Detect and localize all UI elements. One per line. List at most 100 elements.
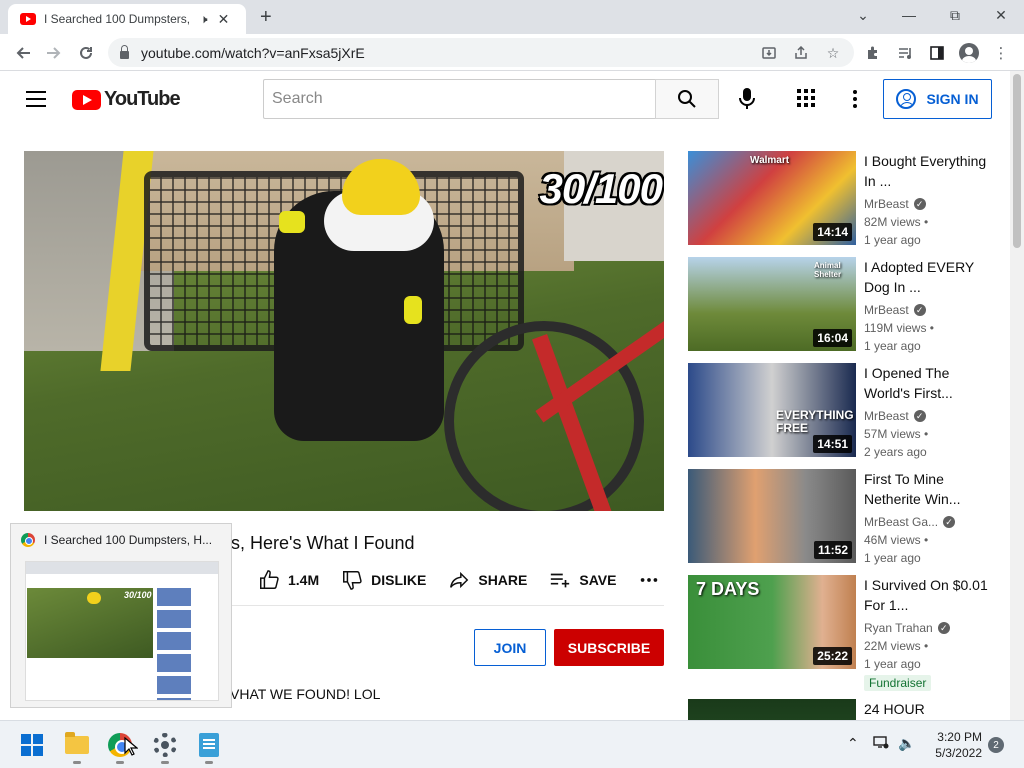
video-duration: 16:04 [813, 329, 852, 347]
volume-icon[interactable]: 🔈 [898, 735, 915, 752]
profile-avatar-icon[interactable] [956, 40, 982, 66]
back-arrow-icon[interactable] [10, 40, 36, 66]
media-control-icon[interactable] [892, 40, 918, 66]
preview-overlay-counter: 30/100 [124, 590, 152, 600]
save-button[interactable]: SAVE [549, 569, 616, 591]
channel-name[interactable]: Ryan Trahan [864, 619, 933, 637]
preview-title-text: I Searched 100 Dumpsters, H... [44, 533, 213, 547]
recommendation-item[interactable]: 7 DAYS 25:22 I Survived On $0.01 For 1..… [688, 575, 988, 691]
browser-tab-active[interactable]: I Searched 100 Dumpsters, H 🕨 ✕ [8, 4, 246, 34]
new-tab-button[interactable]: + [260, 6, 272, 29]
preview-thumbnail[interactable]: 30/100 [25, 561, 219, 701]
recommendation-item[interactable]: EVERYTHING FREE 14:51 I Opened The World… [688, 363, 988, 459]
channel-name[interactable]: MrBeast [864, 301, 909, 319]
dislike-button[interactable]: DISLIKE [341, 569, 426, 591]
minimize-window-button[interactable]: — [886, 0, 932, 30]
channel-name[interactable]: MrBeast Ga... [864, 513, 938, 531]
network-icon[interactable] [873, 735, 889, 752]
thumbs-up-icon [260, 570, 279, 589]
preview-sidebar [157, 588, 191, 700]
show-hidden-icons-chevron-icon[interactable]: ⌃ [847, 735, 859, 752]
video-description-text: VHAT WE FOUND! LOL [230, 686, 381, 702]
youtube-logo[interactable]: YouTube [72, 88, 181, 111]
browser-toolbar: youtube.com/watch?v=anFxsa5jXrE ☆ ⋮ [0, 34, 1024, 71]
more-actions-button[interactable] [638, 569, 660, 591]
preview-tabstrip [26, 562, 218, 574]
video-actions: 1.4M DISLIKE SHARE SAVE [258, 566, 682, 594]
tab-search-chevron-icon[interactable]: ⌄ [840, 0, 886, 30]
taskbar-window-preview[interactable]: I Searched 100 Dumpsters, H... 30/100 [10, 523, 232, 708]
video-thumbnail[interactable]: 11:52 [688, 469, 856, 563]
recommendation-title[interactable]: I Adopted EVERY Dog In ... [864, 257, 988, 297]
recommendation-item[interactable]: Animal Shelter 16:04 I Adopted EVERY Dog… [688, 257, 988, 353]
video-thumbnail[interactable]: Animal Shelter 16:04 [688, 257, 856, 351]
recommendation-title[interactable]: 24 HOUR [864, 699, 988, 719]
speaker-icon[interactable]: 🕨 [200, 12, 208, 27]
video-thumbnail[interactable] [688, 699, 856, 720]
video-player[interactable]: 30/100 [24, 151, 664, 511]
taskbar-file-explorer[interactable] [61, 729, 93, 764]
preview-title: I Searched 100 Dumpsters, H... [21, 533, 212, 547]
microphone-icon[interactable] [733, 85, 761, 113]
recommendation-title[interactable]: I Bought Everything In ... [864, 151, 988, 191]
side-panel-icon[interactable] [924, 40, 950, 66]
channel-name[interactable]: MrBeast [864, 195, 909, 213]
thumbnail-label: EVERYTHING FREE [776, 408, 854, 435]
recommendation-item[interactable]: Walmart 14:14 I Bought Everything In ...… [688, 151, 988, 247]
video-overlay-counter: 30/100 [539, 165, 663, 212]
view-count: 22M views [864, 639, 921, 653]
notification-count-badge[interactable]: 2 [988, 737, 1004, 753]
channel-name[interactable]: MrBeast [864, 407, 909, 425]
view-count: 119M views [864, 321, 927, 335]
sign-in-label: SIGN IN [926, 91, 979, 107]
verified-check-icon: ✓ [937, 622, 950, 634]
video-thumbnail[interactable]: 7 DAYS 25:22 [688, 575, 856, 669]
share-button[interactable]: SHARE [448, 569, 527, 591]
recommendation-item[interactable]: 24 HOUR [688, 699, 988, 720]
search-input[interactable]: Search [263, 79, 656, 119]
recommendation-title[interactable]: I Survived On $0.01 For 1... [864, 575, 988, 615]
playlist-add-icon [551, 573, 570, 588]
sign-in-button[interactable]: SIGN IN [883, 79, 992, 119]
page-scrollbar-thumb[interactable] [1013, 74, 1021, 248]
browser-menu-icon[interactable]: ⋮ [988, 40, 1014, 66]
settings-more-icon[interactable] [848, 88, 862, 110]
subscribe-button[interactable]: SUBSCRIBE [554, 629, 664, 666]
recommendation-title[interactable]: First To Mine Netherite Win... [864, 469, 988, 509]
join-button[interactable]: JOIN [474, 629, 546, 666]
lock-icon[interactable] [120, 44, 129, 59]
dislike-label: DISLIKE [371, 572, 427, 588]
verified-check-icon: ✓ [913, 304, 926, 316]
upload-age: 2 years ago [864, 445, 927, 459]
close-window-button[interactable]: ✕ [978, 0, 1024, 30]
taskbar-settings[interactable] [149, 729, 181, 764]
search-button[interactable] [655, 79, 719, 119]
taskbar-notepad[interactable] [193, 729, 225, 764]
youtube-play-icon [72, 89, 101, 110]
video-thumbnail[interactable]: Walmart 14:14 [688, 151, 856, 245]
close-tab-icon[interactable]: ✕ [218, 11, 230, 28]
recommendation-title[interactable]: I Opened The World's First... [864, 363, 988, 403]
install-app-icon[interactable] [758, 42, 780, 64]
apps-grid-icon[interactable] [796, 88, 816, 108]
verified-check-icon: ✓ [913, 410, 926, 422]
extensions-puzzle-icon[interactable] [860, 40, 886, 66]
video-thumbnail[interactable]: EVERYTHING FREE 14:51 [688, 363, 856, 457]
upload-age: 1 year ago [864, 657, 921, 671]
reload-icon[interactable] [73, 40, 99, 66]
user-circle-icon [896, 89, 917, 109]
recommendation-item[interactable]: 11:52 First To Mine Netherite Win... MrB… [688, 469, 988, 565]
upload-age: 1 year ago [864, 339, 921, 353]
address-bar[interactable]: youtube.com/watch?v=anFxsa5jXrE ☆ [108, 38, 854, 67]
forward-arrow-icon[interactable] [41, 40, 67, 66]
bookmark-star-icon[interactable]: ☆ [822, 42, 844, 64]
share-page-icon[interactable] [790, 42, 812, 64]
view-count: 57M views [864, 427, 921, 441]
mouse-cursor-icon [124, 737, 138, 756]
page-scrollbar[interactable] [1010, 71, 1024, 720]
hamburger-menu-icon[interactable] [26, 91, 46, 107]
start-button[interactable] [16, 729, 48, 761]
system-clock[interactable]: 3:20 PM 5/3/2022 [928, 729, 982, 761]
restore-window-button[interactable]: ⧉ [932, 0, 978, 30]
like-button[interactable]: 1.4M [258, 569, 319, 591]
